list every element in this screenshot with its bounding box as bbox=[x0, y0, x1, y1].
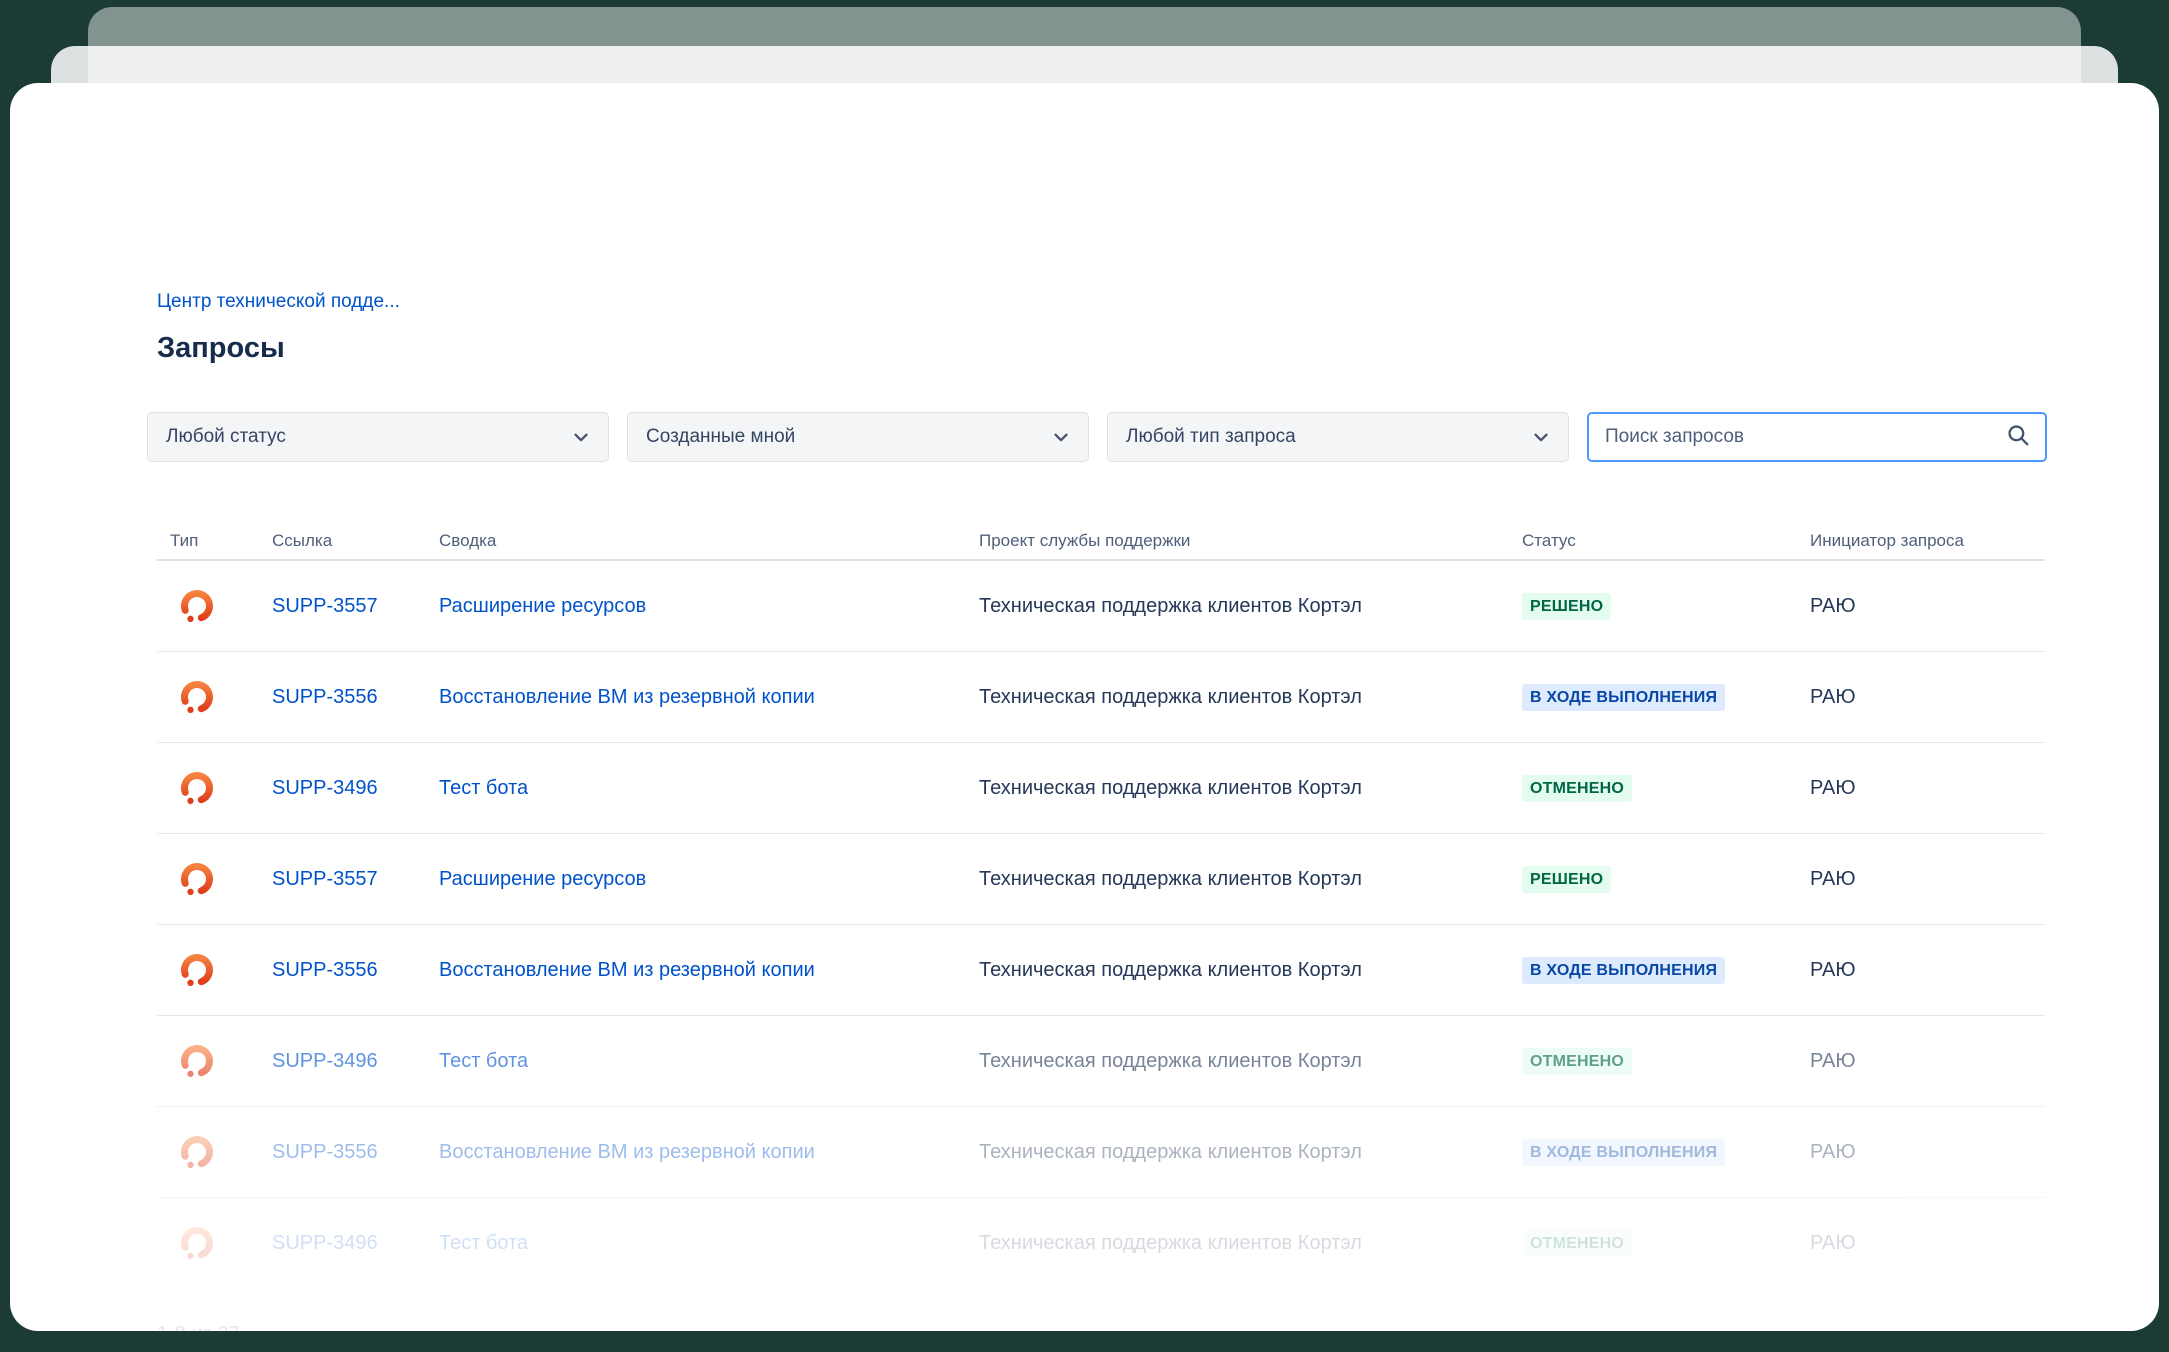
status-badge: В ХОДЕ ВЫПОЛНЕНИЯ bbox=[1522, 683, 1726, 711]
request-reference-link[interactable]: SUPP-3557 bbox=[272, 595, 378, 618]
request-reference-link[interactable]: SUPP-3557 bbox=[272, 868, 378, 891]
chevron-down-icon bbox=[1530, 426, 1552, 448]
request-table-body: SUPP-3557 Расширение ресурсов Техническая … bbox=[157, 561, 2045, 1289]
request-summary-link[interactable]: Расширение ресурсов bbox=[439, 595, 646, 618]
table-row: SUPP-3556 Восстановление ВМ из резервной … bbox=[157, 925, 2045, 1016]
reporter-name: РАЮ bbox=[1810, 958, 1856, 981]
project-name: Техническая поддержка клиентов Кортэл bbox=[979, 958, 1362, 981]
request-summary-link[interactable]: Тест бота bbox=[439, 777, 528, 800]
column-header-5: Инициатор запроса bbox=[1810, 531, 1964, 550]
project-name: Техническая поддержка клиентов Кортэл bbox=[979, 1231, 1362, 1254]
table-row: SUPP-3496 Тест бота Техническая поддержка … bbox=[157, 1198, 2045, 1289]
status-badge: РЕШЕНО bbox=[1522, 592, 1612, 620]
table-row: SUPP-3496 Тест бота Техническая поддержка … bbox=[157, 1016, 2045, 1107]
request-summary-link[interactable]: Восстановление ВМ из резервной копии bbox=[439, 959, 815, 982]
request-table-header: Тип Ссылка Сводка Проект службы поддержки Ст… bbox=[157, 523, 2045, 561]
request-reference-link[interactable]: SUPP-3556 bbox=[272, 686, 378, 709]
status-badge: В ХОДЕ ВЫПОЛНЕНИЯ bbox=[1522, 1138, 1726, 1166]
table-row: SUPP-3557 Расширение ресурсов Техническая … bbox=[157, 834, 2045, 925]
status-badge: В ХОДЕ ВЫПОЛНЕНИЯ bbox=[1522, 956, 1726, 984]
support-headset-icon bbox=[177, 586, 217, 626]
column-header-0: Тип bbox=[170, 531, 199, 550]
request-summary-link[interactable]: Восстановление ВМ из резервной копии bbox=[439, 1141, 815, 1164]
status-badge: ОТМЕНЕНО bbox=[1522, 1047, 1633, 1075]
reporter-name: РАЮ bbox=[1810, 685, 1856, 708]
request-reference-link[interactable]: SUPP-3496 bbox=[272, 1050, 378, 1073]
reporter-name: РАЮ bbox=[1810, 776, 1856, 799]
table-row: SUPP-3556 Восстановление ВМ из резервной … bbox=[157, 652, 2045, 743]
status-badge: ОТМЕНЕНО bbox=[1522, 774, 1633, 802]
column-header-3: Проект службы поддержки bbox=[979, 531, 1191, 550]
column-header-4: Статус bbox=[1522, 531, 1576, 550]
request-reference-link[interactable]: SUPP-3496 bbox=[272, 1232, 378, 1255]
main-panel: Центр технической подде... Запросы Любой… bbox=[10, 83, 2159, 1331]
request-summary-link[interactable]: Расширение ресурсов bbox=[439, 868, 646, 891]
request-summary-link[interactable]: Тест бота bbox=[439, 1232, 528, 1255]
request-reference-link[interactable]: SUPP-3556 bbox=[272, 959, 378, 982]
status-filter-value: Любой статус bbox=[166, 426, 286, 447]
support-headset-icon bbox=[177, 950, 217, 990]
reporter-name: РАЮ bbox=[1810, 867, 1856, 890]
column-header-1: Ссылка bbox=[272, 531, 333, 550]
request-reference-link[interactable]: SUPP-3496 bbox=[272, 777, 378, 800]
table-row: SUPP-3556 Восстановление ВМ из резервной … bbox=[157, 1107, 2045, 1198]
request-reference-link[interactable]: SUPP-3556 bbox=[272, 1141, 378, 1164]
request-summary-link[interactable]: Тест бота bbox=[439, 1050, 528, 1073]
request-type-filter-dropdown[interactable]: Любой тип запроса bbox=[1107, 412, 1569, 462]
project-name: Техническая поддержка клиентов Кортэл bbox=[979, 776, 1362, 799]
status-filter-dropdown[interactable]: Любой статус bbox=[147, 412, 609, 462]
reporter-name: РАЮ bbox=[1810, 1140, 1856, 1163]
table-row: SUPP-3557 Расширение ресурсов Техническая … bbox=[157, 561, 2045, 652]
requests-table: Тип Ссылка Сводка Проект службы поддержки Ст… bbox=[157, 523, 2045, 1289]
column-header-2: Сводка bbox=[439, 531, 497, 550]
chevron-down-icon bbox=[1050, 426, 1072, 448]
chevron-down-icon bbox=[570, 426, 592, 448]
support-headset-icon bbox=[177, 768, 217, 808]
pagination-label: 1-8 из 27 bbox=[157, 1323, 240, 1331]
page-title: Запросы bbox=[157, 332, 285, 364]
creator-filter-value: Созданные мной bbox=[646, 426, 796, 447]
table-row: SUPP-3496 Тест бота Техническая поддержка … bbox=[157, 743, 2045, 834]
project-name: Техническая поддержка клиентов Кортэл bbox=[979, 1049, 1362, 1072]
status-badge: РЕШЕНО bbox=[1522, 865, 1612, 893]
status-badge: ОТМЕНЕНО bbox=[1522, 1229, 1633, 1257]
request-summary-link[interactable]: Восстановление ВМ из резервной копии bbox=[439, 686, 815, 709]
reporter-name: РАЮ bbox=[1810, 594, 1856, 617]
support-headset-icon bbox=[177, 1223, 217, 1263]
search-input[interactable] bbox=[1605, 426, 2005, 448]
support-headset-icon bbox=[177, 859, 217, 899]
search-icon[interactable] bbox=[2005, 422, 2031, 453]
reporter-name: РАЮ bbox=[1810, 1231, 1856, 1254]
reporter-name: РАЮ bbox=[1810, 1049, 1856, 1072]
project-name: Техническая поддержка клиентов Кортэл bbox=[979, 594, 1362, 617]
project-name: Техническая поддержка клиентов Кортэл bbox=[979, 1140, 1362, 1163]
project-name: Техническая поддержка клиентов Кортэл bbox=[979, 867, 1362, 890]
creator-filter-dropdown[interactable]: Созданные мной bbox=[627, 412, 1089, 462]
search-box bbox=[1587, 412, 2047, 462]
support-headset-icon bbox=[177, 1041, 217, 1081]
filter-bar: Любой статус Созданные мной Любой тип за… bbox=[147, 412, 2047, 462]
support-headset-icon bbox=[177, 677, 217, 717]
support-headset-icon bbox=[177, 1132, 217, 1172]
request-type-filter-value: Любой тип запроса bbox=[1126, 426, 1296, 447]
project-name: Техническая поддержка клиентов Кортэл bbox=[979, 685, 1362, 708]
breadcrumb[interactable]: Центр технической подде... bbox=[157, 289, 400, 315]
